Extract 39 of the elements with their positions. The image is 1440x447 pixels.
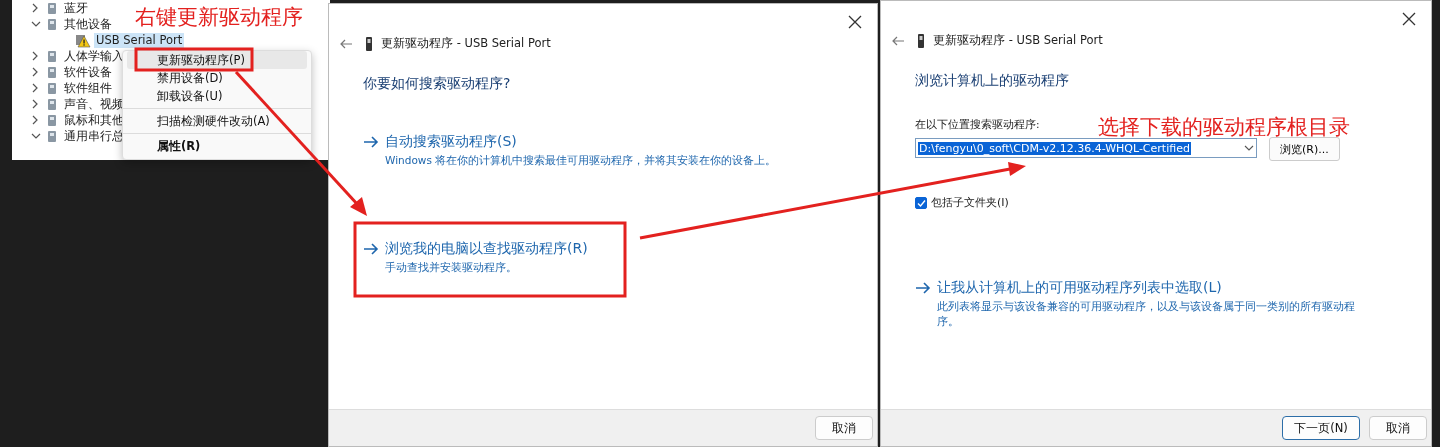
- menu-item[interactable]: 属性(R): [127, 137, 307, 155]
- tree-item[interactable]: 软件组件: [62, 80, 114, 96]
- dialog-button[interactable]: 取消: [815, 416, 873, 440]
- option-link[interactable]: 让我从计算机上的可用驱动程序列表中选取(L): [937, 279, 1367, 297]
- menu-item[interactable]: 更新驱动程序(P): [127, 51, 307, 69]
- annotation-label: 选择下载的驱动程序根目录: [1098, 114, 1350, 140]
- dropdown-chevron-icon: [1244, 144, 1254, 152]
- expand-chevron-icon[interactable]: [31, 131, 41, 141]
- annotation-label: 右键更新驱动程序: [135, 4, 303, 30]
- expand-chevron-icon[interactable]: [31, 19, 41, 29]
- tree-item[interactable]: 蓝牙: [62, 0, 90, 16]
- device-icon: [365, 36, 373, 51]
- tree-item[interactable]: 其他设备: [62, 16, 114, 32]
- option-link[interactable]: 自动搜索驱动程序(S): [385, 133, 777, 151]
- dialog-button[interactable]: 取消: [1369, 416, 1427, 440]
- menu-item[interactable]: 扫描检测硬件改动(A): [127, 112, 307, 130]
- field-label: 在以下位置搜索驱动程序:: [915, 118, 1040, 132]
- option-link[interactable]: 浏览我的电脑以查找驱动程序(R): [385, 240, 588, 258]
- right-arrow-icon: [915, 280, 931, 296]
- checkbox-label: 包括子文件夹(I): [931, 195, 1009, 210]
- tree-item[interactable]: 通用串行总: [62, 128, 126, 144]
- option-description: 此列表将显示与该设备兼容的可用驱动程序，以及与该设备属于同一类别的所有驱动程序。: [937, 299, 1356, 329]
- window-title: 更新驱动程序 - USB Serial Port: [933, 33, 1103, 48]
- tree-item[interactable]: 软件设备: [62, 64, 114, 80]
- right-arrow-icon: [363, 241, 379, 257]
- menu-item[interactable]: 卸载设备(U): [127, 87, 307, 105]
- option-description: 手动查找并安装驱动程序。: [385, 260, 518, 275]
- menu-item[interactable]: 禁用设备(D): [127, 69, 307, 87]
- dialog-button[interactable]: 下一页(N): [1282, 416, 1360, 440]
- window-title: 更新驱动程序 - USB Serial Port: [381, 36, 551, 51]
- device-icon: [917, 33, 925, 48]
- browse-button[interactable]: 浏览(R)...: [1269, 137, 1340, 161]
- path-combobox[interactable]: D:\fengyu\0_soft\CDM-v2.12.36.4-WHQL-Certified: [915, 138, 1257, 158]
- right-arrow-icon: [363, 134, 379, 150]
- tree-item[interactable]: USB Serial Port: [94, 32, 185, 48]
- page-heading: 浏览计算机上的驱动程序: [915, 72, 1070, 90]
- page-heading: 你要如何搜索驱动程序?: [363, 75, 512, 93]
- checkbox[interactable]: [915, 196, 927, 209]
- option-description: Windows 将在你的计算机中搜索最佳可用驱动程序，并将其安装在你的设备上。: [385, 153, 777, 168]
